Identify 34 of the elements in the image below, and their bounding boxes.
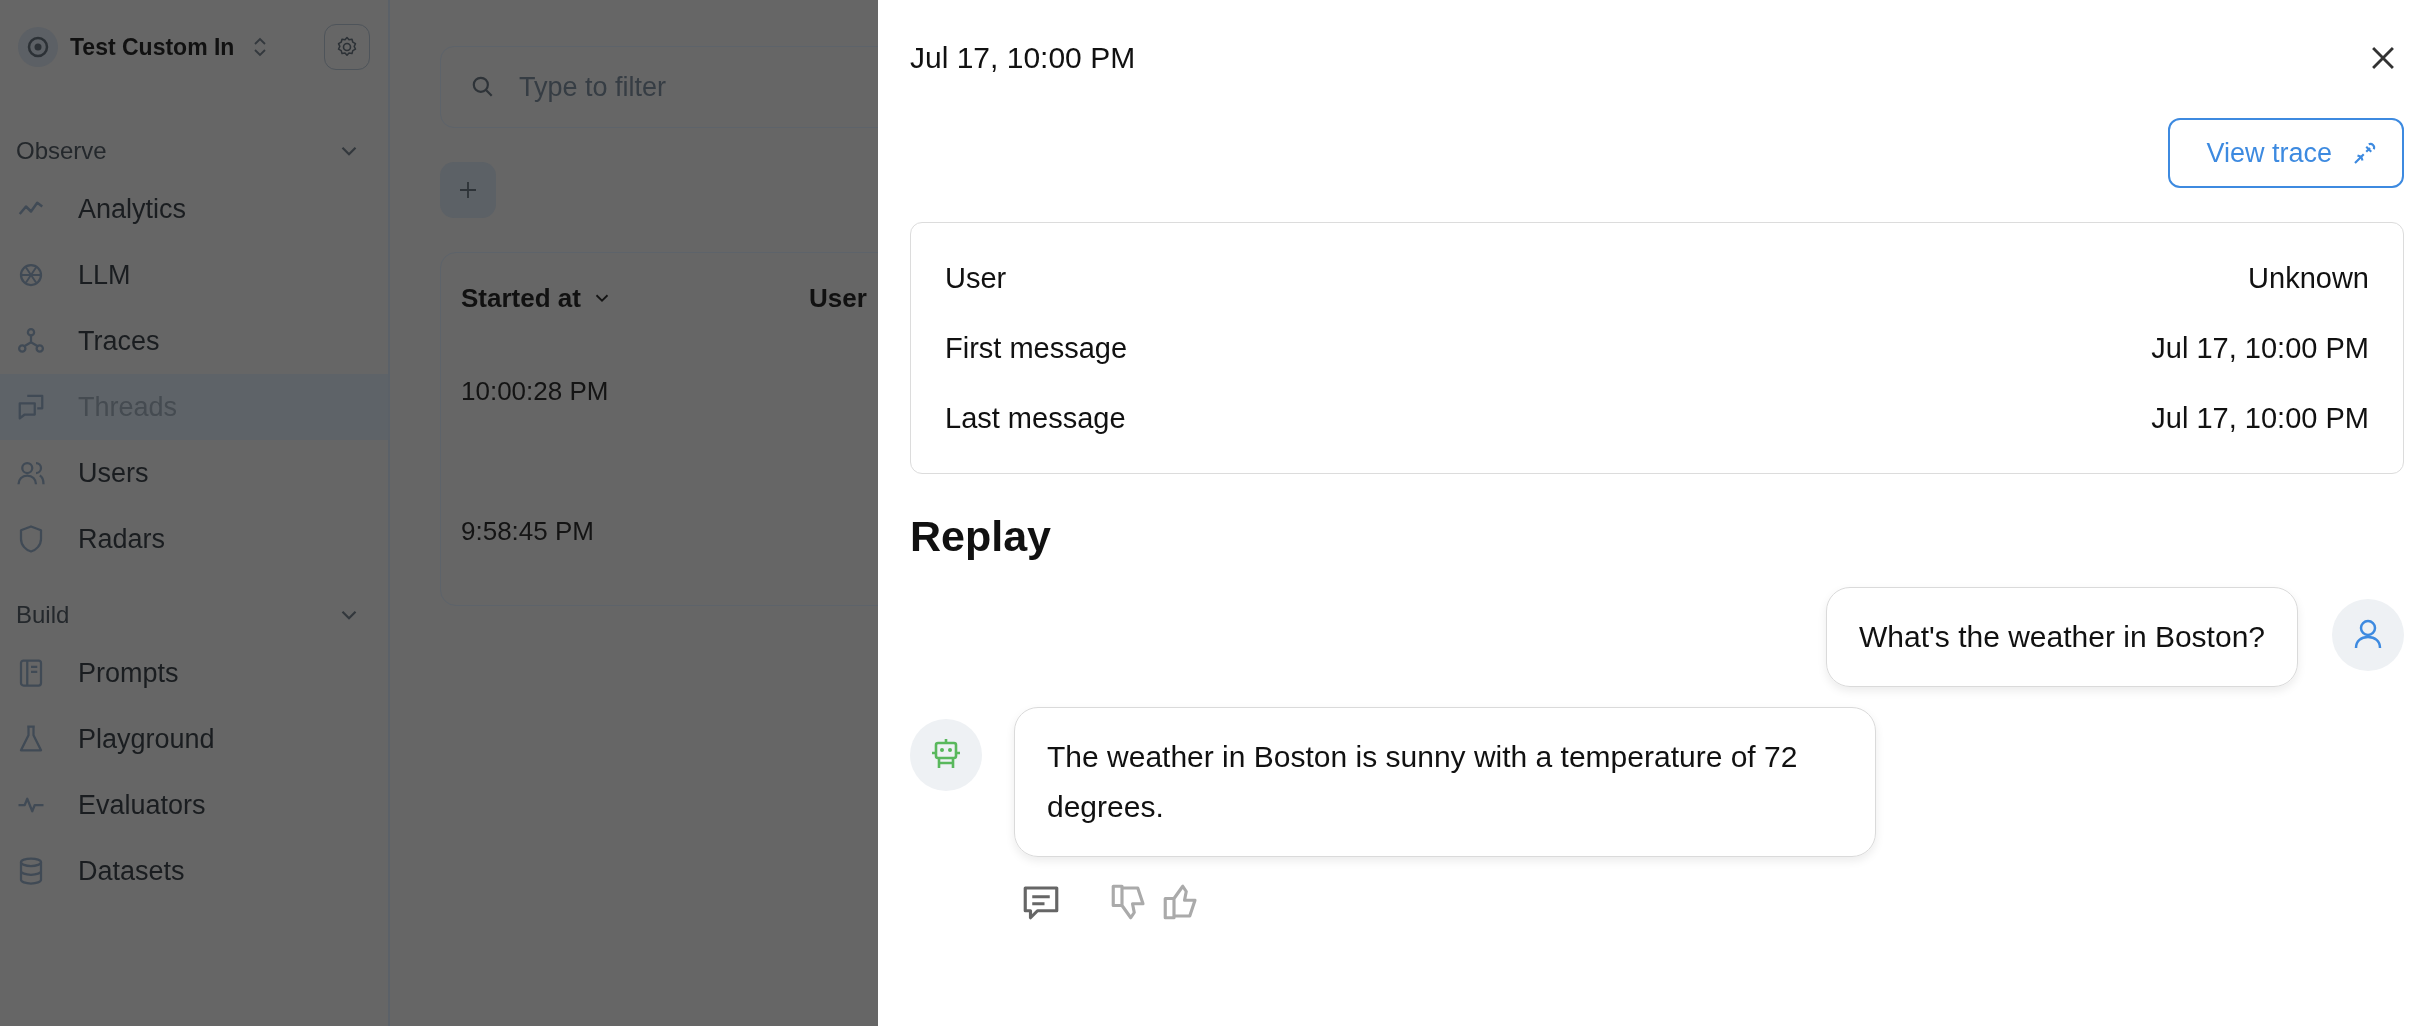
detail-value: Jul 17, 10:00 PM bbox=[2151, 401, 2369, 435]
view-trace-button[interactable]: View trace bbox=[2168, 118, 2404, 188]
nav-item[interactable]: Radars bbox=[0, 506, 388, 572]
detail-value: Jul 17, 10:00 PM bbox=[2151, 331, 2369, 365]
nodes-icon bbox=[16, 326, 46, 356]
detail-label: First message bbox=[945, 331, 1128, 365]
chat-bubbles-icon bbox=[16, 392, 46, 422]
nav-item[interactable]: LLM bbox=[0, 242, 388, 308]
nav-item[interactable]: Evaluators bbox=[0, 772, 388, 838]
settings-icon bbox=[335, 35, 359, 59]
detail-value: Unknown bbox=[2248, 261, 2369, 295]
nav-item[interactable]: Playground bbox=[0, 706, 388, 772]
detail-label: Last message bbox=[945, 401, 1126, 435]
nav-item[interactable]: Analytics bbox=[0, 176, 388, 242]
detail-label: User bbox=[945, 261, 1007, 295]
column-header[interactable]: User bbox=[809, 282, 867, 314]
user-avatar-icon bbox=[2332, 599, 2404, 671]
nav-item[interactable]: Users bbox=[0, 440, 388, 506]
eye-logo-icon bbox=[18, 27, 58, 67]
workspace-name[interactable]: Test Custom In bbox=[70, 33, 235, 61]
column-header[interactable]: Started at bbox=[461, 282, 809, 314]
nav-item[interactable]: Traces bbox=[0, 308, 388, 374]
replay-heading: Replay bbox=[910, 512, 1052, 561]
message-bubble: The weather in Boston is sunny with a temperature of 72 degrees. bbox=[1014, 707, 1876, 857]
drawer-title: Jul 17, 10:00 PM bbox=[910, 41, 1136, 75]
table-cell: 9:58:45 PM bbox=[461, 515, 594, 547]
table-cell: 10:00:28 PM bbox=[461, 375, 609, 407]
section-title: Observe bbox=[16, 137, 107, 165]
message-bubble: What's the weather in Boston? bbox=[1826, 587, 2298, 687]
settings-button[interactable] bbox=[324, 24, 370, 70]
nav-item[interactable]: Prompts bbox=[0, 640, 388, 706]
robot-avatar-icon bbox=[910, 719, 982, 791]
nav-item[interactable]: Datasets bbox=[0, 838, 388, 904]
section-title: Build bbox=[16, 601, 70, 629]
